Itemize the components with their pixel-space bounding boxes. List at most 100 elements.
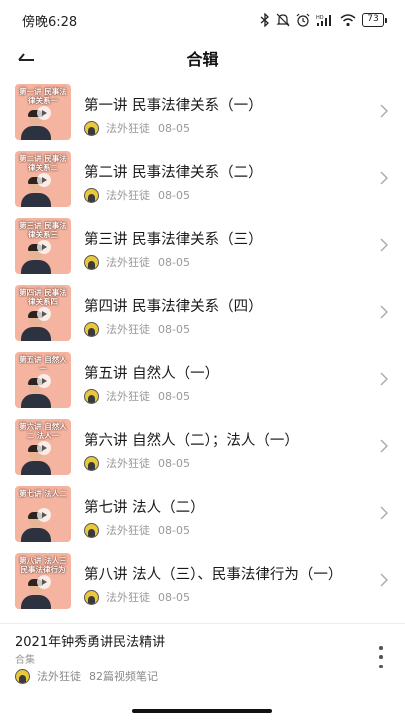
video-thumbnail: 第三讲 民事法律关系三	[15, 218, 71, 274]
item-date: 08-05	[158, 389, 190, 403]
chevron-right-icon	[380, 305, 388, 319]
home-indicator[interactable]	[132, 709, 272, 713]
video-thumbnail: 第二讲 民事法律关系二	[15, 151, 71, 207]
video-thumbnail: 第六讲 自然人二 法人一	[15, 419, 71, 475]
item-author: 法外狂徒	[106, 256, 150, 269]
list-item[interactable]: 第三讲 民事法律关系三 第三讲 民事法律关系（三） 法外狂徒 08-05	[0, 218, 405, 276]
item-meta: 法外狂徒 08-05	[84, 589, 190, 605]
play-icon	[37, 508, 51, 522]
item-meta: 法外狂徒 08-05	[84, 522, 190, 538]
item-meta: 法外狂徒 08-05	[84, 455, 190, 471]
item-author: 法外狂徒	[106, 457, 150, 470]
more-button[interactable]	[375, 646, 387, 668]
item-date: 08-05	[158, 121, 190, 135]
item-date: 08-05	[158, 523, 190, 537]
avatar	[15, 668, 30, 684]
item-title: 第八讲 法人（三）、民事法律行为（一）	[84, 567, 343, 583]
thumbnail-caption: 第一讲 民事法律关系一	[19, 87, 67, 105]
chevron-right-icon	[380, 104, 388, 118]
battery-icon: 73	[362, 13, 387, 27]
list-item[interactable]: 第八讲 法人三 民事法律行为一 第八讲 法人（三）、民事法律行为（一） 法外狂徒…	[0, 553, 405, 611]
more-vertical-icon	[379, 646, 383, 650]
item-date: 08-05	[158, 590, 190, 604]
item-author: 法外狂徒	[106, 390, 150, 403]
avatar	[84, 589, 99, 605]
thumbnail-caption: 第七讲 法人二	[19, 489, 67, 498]
list-item[interactable]: 第七讲 法人二 第七讲 法人（二） 法外狂徒 08-05	[0, 486, 405, 544]
avatar	[84, 187, 99, 203]
thumbnail-caption: 第二讲 民事法律关系二	[19, 154, 67, 172]
item-meta: 法外狂徒 08-05	[84, 254, 190, 270]
item-title: 第五讲 自然人（一）	[84, 366, 220, 382]
video-thumbnail: 第八讲 法人三 民事法律行为一	[15, 553, 71, 609]
status-icons: HD 73	[260, 13, 387, 27]
item-author: 法外狂徒	[106, 122, 150, 135]
video-thumbnail: 第七讲 法人二	[15, 486, 71, 542]
chevron-right-icon	[380, 573, 388, 587]
chevron-right-icon	[380, 372, 388, 386]
collection-count: 82篇视频笔记	[89, 670, 158, 683]
play-icon	[37, 575, 51, 589]
list-item[interactable]: 第一讲 民事法律关系一 第一讲 民事法律关系（一） 法外狂徒 08-05	[0, 84, 405, 142]
collection-author: 法外狂徒	[37, 670, 81, 683]
item-meta: 法外狂徒 08-05	[84, 187, 190, 203]
avatar	[84, 455, 99, 471]
item-meta: 法外狂徒 08-05	[84, 321, 190, 337]
status-time: 傍晚6:28	[22, 14, 78, 30]
chevron-right-icon	[380, 506, 388, 520]
item-title: 第四讲 民事法律关系（四）	[84, 299, 263, 315]
avatar	[84, 120, 99, 136]
nav-bar: 合辑	[0, 40, 405, 76]
collection-meta: 法外狂徒 82篇视频笔记	[15, 668, 158, 684]
play-icon	[37, 106, 51, 120]
item-title: 第七讲 法人（二）	[84, 500, 205, 516]
hd-signal-icon: HD	[316, 15, 331, 26]
status-bar: 傍晚6:28 HD 73	[0, 0, 405, 40]
thumbnail-caption: 第五讲 自然人一	[19, 355, 67, 373]
list-item[interactable]: 第六讲 自然人二 法人一 第六讲 自然人（二）；法人（一） 法外狂徒 08-05	[0, 419, 405, 477]
alarm-icon	[296, 13, 310, 27]
item-meta: 法外狂徒 08-05	[84, 120, 190, 136]
play-icon	[37, 307, 51, 321]
item-date: 08-05	[158, 456, 190, 470]
mute-icon	[276, 13, 290, 27]
avatar	[84, 254, 99, 270]
svg-text:HD: HD	[316, 15, 324, 21]
play-icon	[37, 240, 51, 254]
avatar	[84, 388, 99, 404]
back-button[interactable]	[12, 44, 42, 72]
chevron-right-icon	[380, 171, 388, 185]
thumbnail-caption: 第六讲 自然人二 法人一	[19, 422, 67, 440]
play-icon	[37, 441, 51, 455]
chevron-right-icon	[380, 439, 388, 453]
list-item[interactable]: 第二讲 民事法律关系二 第二讲 民事法律关系（二） 法外狂徒 08-05	[0, 151, 405, 209]
chevron-right-icon	[380, 238, 388, 252]
collection-type: 合集	[15, 655, 35, 666]
item-author: 法外狂徒	[106, 591, 150, 604]
video-thumbnail: 第一讲 民事法律关系一	[15, 84, 71, 140]
thumbnail-caption: 第四讲 民事法律关系四	[19, 288, 67, 306]
item-date: 08-05	[158, 188, 190, 202]
page-title: 合辑	[186, 50, 219, 69]
list-item[interactable]: 第四讲 民事法律关系四 第四讲 民事法律关系（四） 法外狂徒 08-05	[0, 285, 405, 343]
collection-bar[interactable]: 2021年钟秀勇讲民法精讲 合集 法外狂徒 82篇视频笔记	[0, 623, 405, 693]
item-author: 法外狂徒	[106, 323, 150, 336]
play-icon	[37, 374, 51, 388]
video-thumbnail: 第五讲 自然人一	[15, 352, 71, 408]
avatar	[84, 321, 99, 337]
list-item[interactable]: 第五讲 自然人一 第五讲 自然人（一） 法外狂徒 08-05	[0, 352, 405, 410]
bluetooth-icon	[260, 13, 269, 27]
item-meta: 法外狂徒 08-05	[84, 388, 190, 404]
thumbnail-caption: 第三讲 民事法律关系三	[19, 221, 67, 239]
item-date: 08-05	[158, 322, 190, 336]
avatar	[84, 522, 99, 538]
item-author: 法外狂徒	[106, 189, 150, 202]
wifi-icon	[340, 13, 356, 26]
arrow-left-icon	[18, 53, 34, 61]
play-icon	[37, 173, 51, 187]
item-author: 法外狂徒	[106, 524, 150, 537]
item-title: 第一讲 民事法律关系（一）	[84, 98, 263, 114]
item-date: 08-05	[158, 255, 190, 269]
battery-level: 73	[362, 13, 384, 27]
collection-title: 2021年钟秀勇讲民法精讲	[15, 635, 166, 650]
